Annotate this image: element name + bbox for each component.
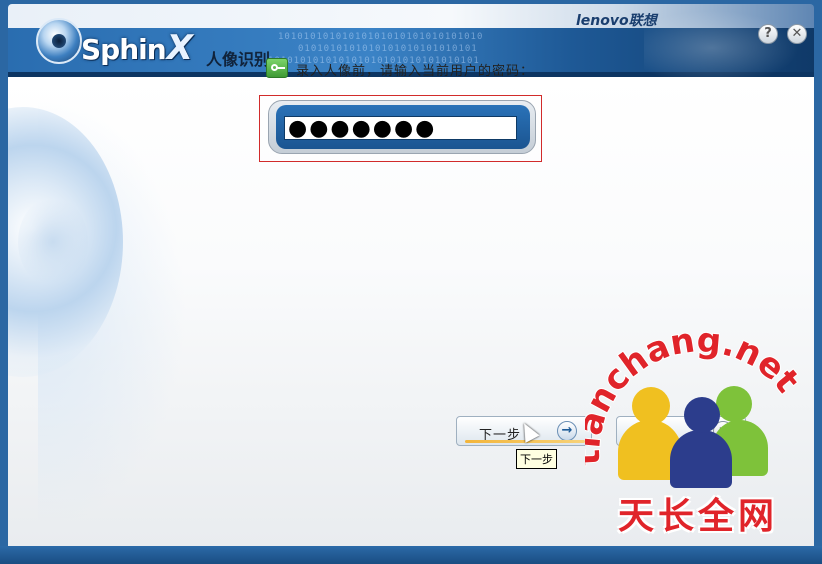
app-window: 10101010101010101010101010101010 0101010…	[0, 0, 822, 564]
key-icon	[266, 58, 288, 78]
watermark-person-yellow-head	[632, 387, 670, 425]
camera-lens-highlight	[18, 197, 88, 287]
sphinx-logo-icon	[36, 18, 82, 64]
window-bottom-bar	[0, 546, 822, 564]
password-prompt-text: 录入人像前，请输入当前用户的密码：	[296, 64, 535, 79]
watermark-person-blue	[670, 430, 732, 488]
watermark-person-blue-head	[684, 397, 720, 433]
help-button[interactable]: ?	[758, 24, 778, 44]
binary-decoration: 10101010101010101010101010101010	[278, 32, 484, 42]
watermark-person-green-head	[716, 386, 752, 422]
lenovo-brand: lenovo联想	[576, 13, 657, 29]
next-button-tooltip: 下一步	[516, 449, 557, 469]
binary-decoration: 0101010101010101010101010101	[298, 44, 478, 54]
watermark-chinese-text: 天长全网	[618, 496, 779, 537]
app-title: 人像识别	[206, 50, 271, 69]
arrow-right-icon: →	[557, 421, 577, 441]
password-input[interactable]	[284, 116, 517, 140]
close-button[interactable]: ✕	[787, 24, 807, 44]
sphinx-logo-text: SphinX	[81, 28, 193, 68]
